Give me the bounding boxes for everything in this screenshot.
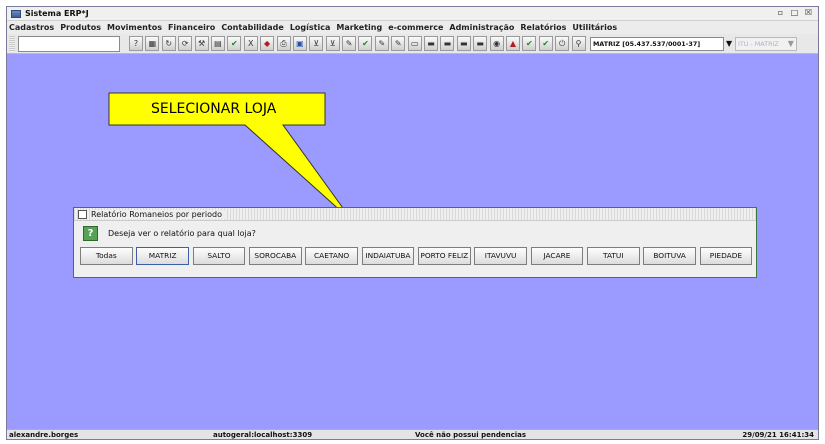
help-icon[interactable]: ? bbox=[129, 36, 143, 51]
app-window: Sistema ERP*J ▫ □ ☒ Cadastros Produtos M… bbox=[6, 6, 819, 440]
store-button-tatui[interactable]: TATUI bbox=[586, 247, 640, 265]
menu-produtos[interactable]: Produtos bbox=[60, 23, 101, 32]
store-select-value: ITU - MATRIZ bbox=[737, 39, 779, 48]
cart-add-icon[interactable]: ⊻ bbox=[325, 36, 340, 51]
menu-utilitarios[interactable]: Utilitários bbox=[572, 23, 617, 32]
close-icon[interactable]: ☒ bbox=[803, 8, 814, 19]
register-in-icon[interactable]: ▬ bbox=[473, 36, 488, 51]
store-button-porto-feliz[interactable]: PORTO FELIZ bbox=[417, 247, 471, 265]
chevron-down-icon: ▼ bbox=[787, 38, 794, 48]
toolbar-icons: ? ▦ ↻ ⟳ ⚒ ▤ ✔ X ◆ ⎙ ▣ ⊻ ⊻ ✎ ✔ ✎ ✎ ▭ ▬ ▬ ▬ ▬ ◉ ▲ ✔ ✔ ⏻ ⚲ bbox=[129, 36, 588, 51]
store-selection-dialog: Relatório Romaneios por periodo ? Deseja… bbox=[73, 207, 757, 278]
store-button-itavuvu[interactable]: ITAVUVU bbox=[474, 247, 527, 265]
grid-icon[interactable]: ▤ bbox=[210, 36, 225, 51]
store-button-boituva[interactable]: BOITUVA bbox=[643, 247, 696, 265]
dialog-title-bar[interactable]: Relatório Romaneios por periodo bbox=[74, 208, 756, 221]
menu-ecommerce[interactable]: e-commerce bbox=[388, 23, 443, 32]
cart-icon[interactable]: ⊻ bbox=[309, 36, 324, 51]
edit-doc-alt-icon[interactable]: ✎ bbox=[391, 36, 406, 51]
store-button-todas[interactable]: Todas bbox=[80, 247, 133, 265]
register-alt-icon[interactable]: ▬ bbox=[440, 36, 455, 51]
edit-icon[interactable]: ✎ bbox=[342, 36, 357, 51]
image-icon[interactable]: ▣ bbox=[292, 36, 307, 51]
maximize-icon[interactable]: □ bbox=[789, 8, 800, 19]
menu-marketing[interactable]: Marketing bbox=[336, 23, 382, 32]
question-icon: ? bbox=[83, 225, 98, 241]
dialog-checkbox[interactable] bbox=[78, 209, 87, 219]
edit-doc-icon[interactable]: ✎ bbox=[374, 36, 389, 51]
alert-icon[interactable]: ▲ bbox=[505, 36, 520, 51]
power-icon[interactable]: ⏻ bbox=[555, 36, 570, 51]
store-button-jacare[interactable]: JACARE bbox=[530, 247, 584, 265]
register-out-icon[interactable]: ▬ bbox=[456, 36, 471, 51]
search-icon[interactable]: ⚲ bbox=[571, 36, 586, 51]
dialog-question: Deseja ver o relatório para qual loja? bbox=[108, 228, 256, 238]
store-button-caetano[interactable]: CAETANO bbox=[305, 247, 358, 265]
window-controls: ▫ □ ☒ bbox=[775, 8, 814, 19]
store-button-piedade[interactable]: PIEDADE bbox=[699, 247, 753, 265]
store-button-indaiatuba[interactable]: INDAIATUBA bbox=[361, 247, 415, 265]
store-buttons: Todas MATRIZ SALTO SOROCABA CAETANO INDA… bbox=[74, 245, 756, 267]
title-bar: Sistema ERP*J ▫ □ ☒ bbox=[7, 7, 818, 21]
confirm-icon[interactable]: ✔ bbox=[227, 36, 242, 51]
window-title: Sistema ERP*J bbox=[25, 9, 89, 18]
card-icon[interactable]: ▭ bbox=[407, 36, 422, 51]
coins-icon[interactable]: ◉ bbox=[489, 36, 504, 51]
calculator-icon[interactable]: ▦ bbox=[145, 36, 160, 51]
company-select[interactable]: MATRIZ [05.437.537/0001-37] bbox=[589, 36, 724, 51]
menu-bar: Cadastros Produtos Movimentos Financeiro… bbox=[7, 21, 818, 34]
chevron-down-icon[interactable]: ▼ bbox=[726, 39, 734, 48]
toolbar: ? ▦ ↻ ⟳ ⚒ ▤ ✔ X ◆ ⎙ ▣ ⊻ ⊻ ✎ ✔ ✎ ✎ ▭ ▬ ▬ ▬ ▬ ◉ ▲ ✔ ✔ ⏻ ⚲ MATRIZ [05.… bbox=[7, 34, 818, 54]
status-connection: autogeral:localhost:3309 bbox=[213, 431, 313, 439]
check-alt-icon[interactable]: ✔ bbox=[538, 36, 553, 51]
status-bar: alexandre.borges autogeral:localhost:330… bbox=[7, 429, 818, 439]
restore-icon[interactable]: ▫ bbox=[775, 8, 786, 19]
menu-relatorios[interactable]: Relatórios bbox=[520, 23, 566, 32]
print-icon[interactable]: ⎙ bbox=[276, 36, 291, 51]
store-button-sorocaba[interactable]: SOROCABA bbox=[248, 247, 302, 265]
status-user: alexandre.borges bbox=[9, 431, 79, 439]
menu-contabilidade[interactable]: Contabilidade bbox=[221, 23, 284, 32]
status-datetime: 29/09/21 16:41:34 bbox=[742, 431, 814, 439]
dialog-title: Relatório Romaneios por periodo bbox=[91, 209, 227, 219]
dialog-question-row: ? Deseja ver o relatório para qual loja? bbox=[74, 221, 756, 245]
approve-icon[interactable]: ✔ bbox=[358, 36, 373, 51]
search-input[interactable] bbox=[18, 35, 120, 52]
tools-icon[interactable]: ⚒ bbox=[194, 36, 209, 51]
cancel-icon[interactable]: X bbox=[243, 36, 258, 51]
refresh-icon[interactable]: ↻ bbox=[161, 36, 176, 51]
register-icon[interactable]: ▬ bbox=[424, 36, 439, 51]
store-button-salto[interactable]: SALTO bbox=[192, 247, 246, 265]
menu-cadastros[interactable]: Cadastros bbox=[9, 23, 54, 32]
menu-logistica[interactable]: Logística bbox=[290, 23, 331, 32]
callout-text: SELECIONAR LOJA bbox=[151, 101, 277, 117]
menu-movimentos[interactable]: Movimentos bbox=[107, 23, 162, 32]
refresh-all-icon[interactable]: ⟳ bbox=[178, 36, 193, 51]
toolbar-grip[interactable] bbox=[9, 35, 15, 52]
store-select[interactable]: ITU - MATRIZ ▼ bbox=[734, 36, 797, 51]
gem-icon[interactable]: ◆ bbox=[260, 36, 275, 51]
store-button-matriz[interactable]: MATRIZ bbox=[136, 247, 189, 265]
app-logo-icon bbox=[11, 9, 21, 18]
menu-financeiro[interactable]: Financeiro bbox=[168, 23, 215, 32]
check-icon[interactable]: ✔ bbox=[522, 36, 537, 51]
status-pending: Você não possui pendencias bbox=[415, 431, 527, 439]
menu-administracao[interactable]: Administração bbox=[449, 23, 514, 32]
